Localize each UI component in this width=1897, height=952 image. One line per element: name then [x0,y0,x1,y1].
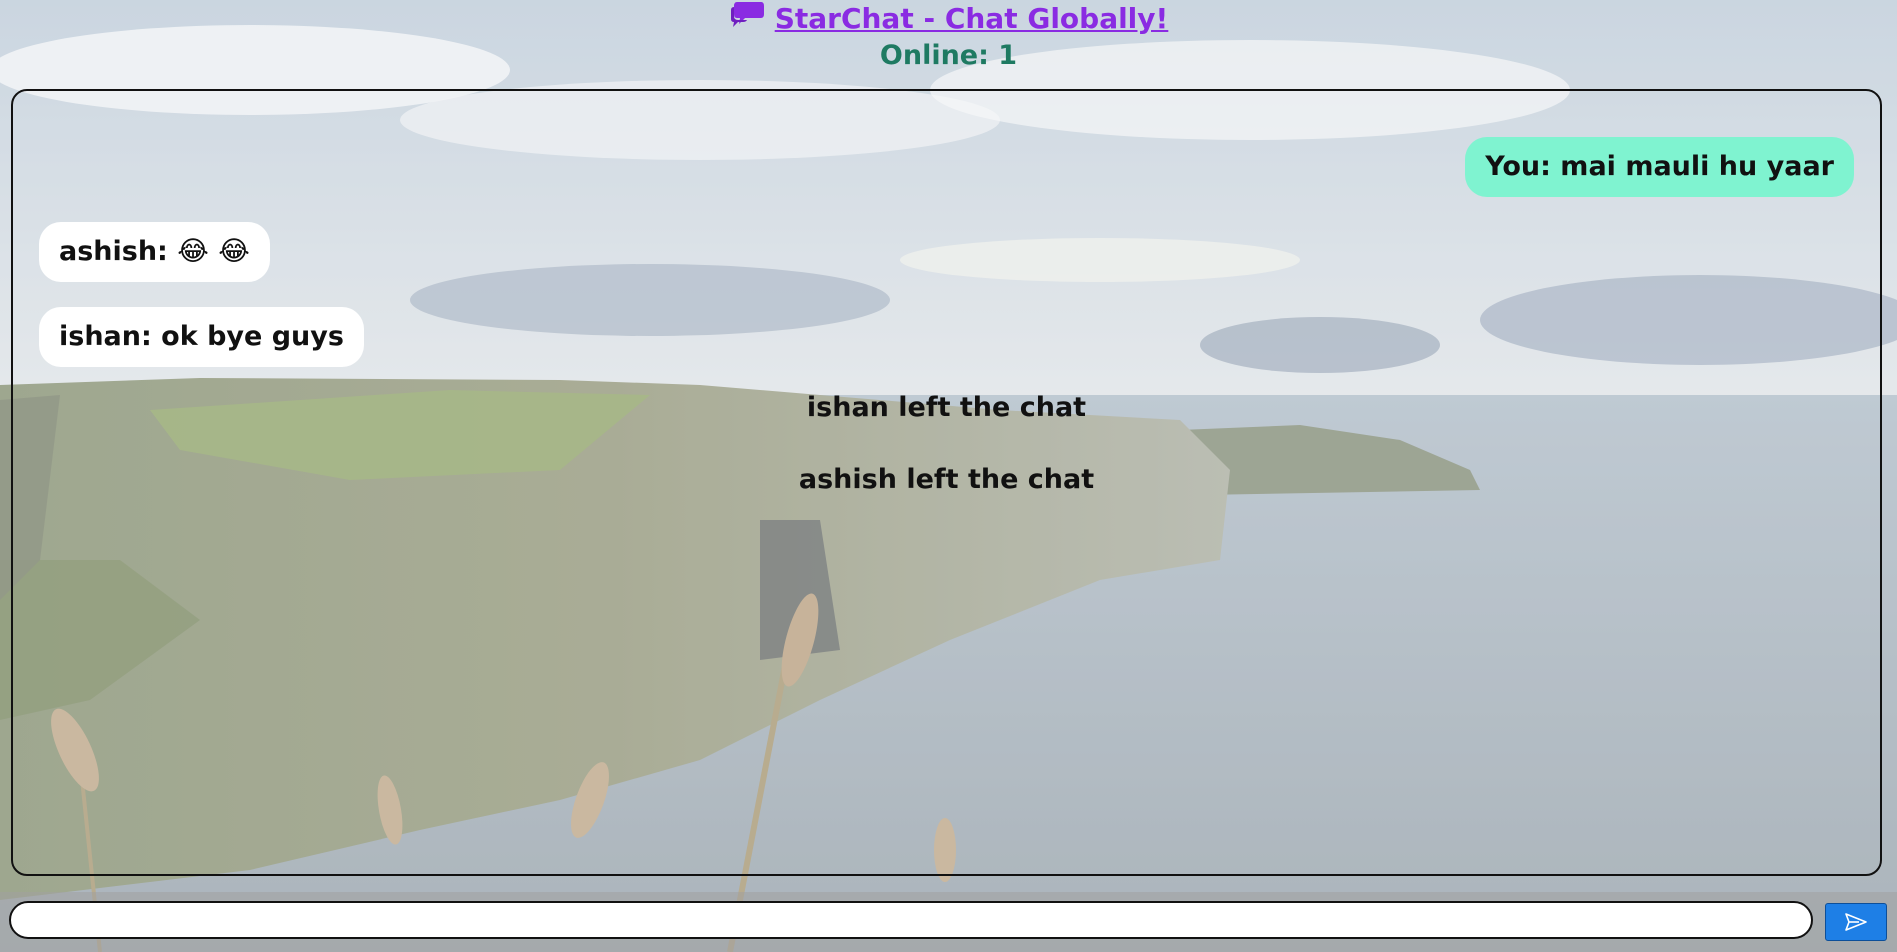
composer-bar [0,892,1897,952]
chat-bubble-icon [730,2,764,27]
system-notice: ashish left the chat [798,464,1095,495]
message-other: ashish: 😂 😂 [39,222,270,282]
system-notice: ishan left the chat [806,392,1087,423]
online-count: Online: 1 [879,40,1018,71]
app-title-link[interactable]: StarChat - Chat Globally! [775,2,1169,35]
header: StarChat - Chat Globally! Online: 1 [0,0,1897,88]
send-button[interactable] [1825,903,1887,941]
message-other: ishan: ok bye guys [39,307,364,367]
title-row: StarChat - Chat Globally! [0,0,1897,36]
send-arrow-icon [1845,913,1867,931]
message-self: You: mai mauli hu yaar [1465,137,1854,197]
message-input[interactable] [9,901,1813,939]
chat-container[interactable]: You: mai mauli hu yaar ashish: 😂 😂 ishan… [11,89,1882,876]
